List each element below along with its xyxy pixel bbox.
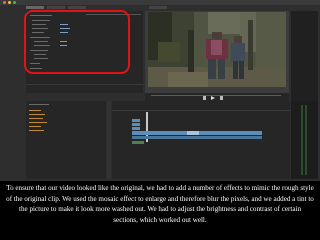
audio-clip[interactable]: [132, 141, 144, 144]
close-window-icon[interactable]: [3, 1, 6, 4]
timeline-clip[interactable]: [132, 127, 140, 130]
effect-controls-highlight: [24, 10, 130, 74]
program-monitor-video: [148, 12, 286, 87]
audio-meters: [291, 101, 318, 179]
minimize-window-icon[interactable]: [8, 1, 11, 4]
tab-effect-controls[interactable]: [26, 6, 44, 9]
video-frame: [148, 12, 286, 87]
tab-audio-mixer[interactable]: [47, 6, 65, 9]
step-forward-button[interactable]: [220, 96, 223, 100]
play-icon[interactable]: [211, 96, 215, 100]
step-back-button[interactable]: [203, 96, 206, 100]
tab-metadata[interactable]: [68, 6, 86, 9]
timeline-clip[interactable]: [132, 123, 140, 126]
menu-bar: [0, 0, 320, 5]
tab-program-monitor[interactable]: [149, 6, 167, 9]
premiere-screenshot: [0, 0, 320, 181]
maximize-window-icon[interactable]: [13, 1, 16, 4]
caption-text: To ensure that our video looked like the…: [6, 184, 314, 224]
timeline-clip[interactable]: [132, 136, 262, 139]
side-panel: [291, 11, 318, 101]
tools-panel: [107, 101, 111, 179]
timeline-panel: [112, 101, 290, 179]
project-panel: [26, 101, 106, 179]
monitor-controls: [145, 93, 289, 101]
timeline-clip[interactable]: [132, 119, 140, 122]
timeline-clip[interactable]: [187, 131, 199, 135]
